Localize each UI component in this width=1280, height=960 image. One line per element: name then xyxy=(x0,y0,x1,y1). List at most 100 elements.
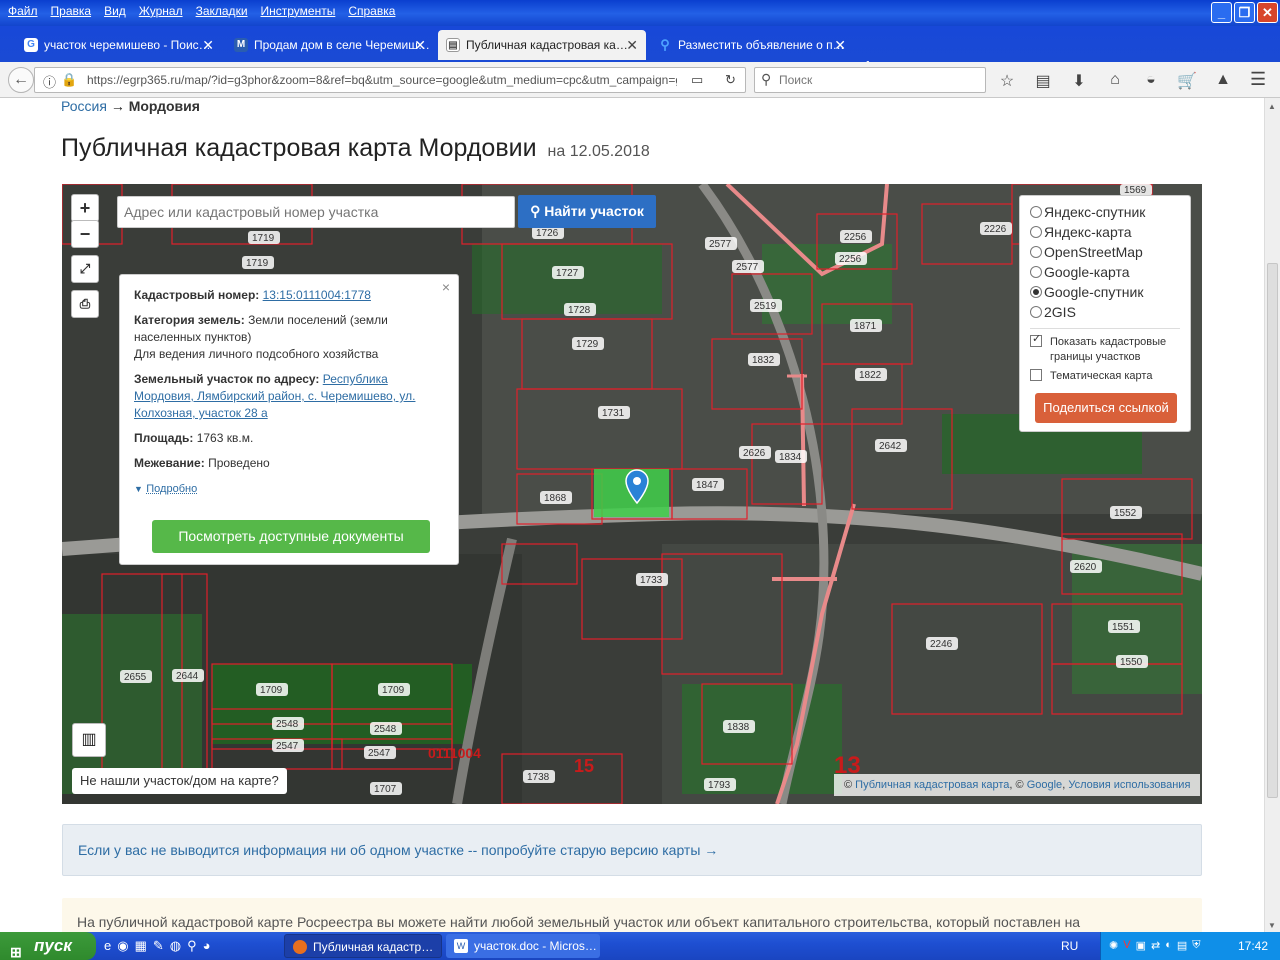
cart-icon[interactable]: 🛒 xyxy=(1176,71,1198,91)
extension-icon[interactable]: ▲ xyxy=(1212,71,1234,91)
bookmark-star-icon[interactable]: ☆ xyxy=(996,71,1018,91)
calc-icon[interactable]: ▦ xyxy=(135,938,147,954)
view-documents-button[interactable]: Посмотреть доступные документы xyxy=(152,520,430,553)
address-bar[interactable]: ⓘ 🔒 https://egrp365.ru/map/?id=g3phor&zo… xyxy=(34,67,746,93)
tab-close-icon[interactable]: ✕ xyxy=(414,30,426,60)
attribution-google-link[interactable]: Google xyxy=(1027,779,1062,791)
taskbar: ⊞ пуск e ◉ ▦ ✎ ◍ ⚲ ◕ Публичная кадастр… … xyxy=(0,932,1280,960)
popup-close-button[interactable]: × xyxy=(442,279,450,296)
taskbar-item-browser[interactable]: Публичная кадастр… xyxy=(284,934,442,958)
ruler-button[interactable]: ▥ xyxy=(72,723,106,757)
vertical-scrollbar[interactable]: ▲ ▼ xyxy=(1264,98,1280,932)
print-button[interactable]: ⎙ xyxy=(71,290,99,318)
layer-option-yandex-map[interactable]: Яндекс-карта xyxy=(1030,222,1180,242)
show-borders-option[interactable]: Показать кадастровые границы участков xyxy=(1030,332,1180,365)
start-button[interactable]: ⊞ пуск xyxy=(0,932,96,960)
tray-app-icon[interactable]: ✺ xyxy=(1109,939,1118,952)
cadastral-map[interactable]: 1719 1719 1726 1727 1728 1729 1731 1868 … xyxy=(62,184,1202,804)
menu-bookmarks[interactable]: Закладки xyxy=(192,0,257,22)
language-indicator[interactable]: RU xyxy=(1061,932,1078,960)
url-text[interactable]: https://egrp365.ru/map/?id=g3phor&zoom=8… xyxy=(87,68,677,92)
ie-icon[interactable]: e xyxy=(104,938,111,954)
tool-icon[interactable]: ✎ xyxy=(153,938,164,954)
zoom-out-button[interactable]: − xyxy=(71,220,99,248)
shield-icon[interactable]: ⛨ xyxy=(1192,939,1200,952)
details-toggle[interactable]: Подробно xyxy=(146,483,197,495)
layer-option-yandex-satellite[interactable]: Яндекс-спутник xyxy=(1030,202,1180,222)
scroll-up-icon[interactable]: ▲ xyxy=(1268,102,1276,111)
radio-icon[interactable] xyxy=(1030,306,1042,318)
parcel-label: 1793 xyxy=(708,780,731,791)
menu-edit[interactable]: Правка xyxy=(47,0,101,22)
volume-icon[interactable]: ◐ xyxy=(1165,939,1172,952)
back-button[interactable]: ← xyxy=(8,67,34,93)
terms-of-use-link[interactable]: Условия использования xyxy=(1068,779,1190,791)
globe-icon[interactable]: ◍ xyxy=(170,938,181,954)
network-icon[interactable]: ▣ xyxy=(1136,939,1146,952)
maximize-button[interactable]: ❐ xyxy=(1234,2,1255,23)
scrollbar-thumb[interactable] xyxy=(1267,263,1278,798)
tab-google-search[interactable]: G участок черемишево - Поис… ✕ xyxy=(16,30,222,60)
home-icon[interactable]: ⌂ xyxy=(1104,71,1126,91)
attribution-source-link[interactable]: Публичная кадастровая карта xyxy=(855,779,1009,791)
checkbox-icon[interactable] xyxy=(1030,369,1042,381)
reload-icon[interactable]: ↻ xyxy=(725,72,736,88)
menu-help[interactable]: Справка xyxy=(344,0,404,22)
lock-warning-icon[interactable]: 🔒 xyxy=(61,72,77,88)
tab-close-icon[interactable]: ✕ xyxy=(626,30,638,60)
layer-option-osm[interactable]: OpenStreetMap xyxy=(1030,242,1180,262)
minimize-button[interactable]: _ xyxy=(1211,2,1232,23)
survey-row: Межевание: Проведено xyxy=(134,455,444,472)
fullscreen-button[interactable]: ⤢ xyxy=(71,255,99,283)
taskbar-item-word[interactable]: W участок.doc - Micros… xyxy=(446,934,600,958)
layer-option-google-map[interactable]: Google-карта xyxy=(1030,262,1180,282)
search-app-icon[interactable]: ⚲ xyxy=(187,938,197,954)
thematic-map-option[interactable]: Тематическая карта xyxy=(1030,369,1180,384)
download-icon[interactable]: ⬇ xyxy=(1068,71,1090,91)
radio-icon[interactable] xyxy=(1030,246,1042,258)
menu-file[interactable]: Файл xyxy=(4,0,47,22)
cadastral-number-link[interactable]: 13:15:0111004:1778 xyxy=(263,288,371,302)
radio-icon[interactable] xyxy=(1030,226,1042,238)
reading-list-icon[interactable]: ▤ xyxy=(1032,71,1054,91)
address-search-input[interactable] xyxy=(117,196,515,228)
layer-option-2gis[interactable]: 2GIS xyxy=(1030,302,1180,322)
find-parcel-button[interactable]: ⚲ Найти участок xyxy=(518,195,656,228)
sync-icon[interactable]: ⇄ xyxy=(1151,939,1160,952)
tab-place-ad[interactable]: ⚲ Разместить объявление о п… ✕ xyxy=(650,30,854,60)
battery-icon[interactable]: ▤ xyxy=(1177,939,1187,952)
tab-cadastral-map[interactable]: ▤ Публичная кадастровая ка… ✕ xyxy=(438,30,646,60)
tab-sell-house[interactable]: M Продам дом в селе Черемиш… ✕ xyxy=(226,30,434,60)
antivirus-icon[interactable]: V xyxy=(1123,939,1130,952)
info-icon[interactable]: ⓘ xyxy=(43,72,56,91)
pocket-icon[interactable]: ◒ xyxy=(1140,71,1162,91)
radio-icon[interactable] xyxy=(1030,206,1042,218)
radio-icon[interactable] xyxy=(1030,266,1042,278)
hamburger-menu-icon[interactable]: ☰ xyxy=(1250,69,1266,90)
scroll-down-icon[interactable]: ▼ xyxy=(1268,921,1276,930)
menu-view[interactable]: Вид xyxy=(100,0,135,22)
reader-view-icon[interactable]: ▭ xyxy=(691,72,703,88)
tab-close-icon[interactable]: ✕ xyxy=(834,30,846,60)
search-input[interactable] xyxy=(779,71,979,89)
media-icon[interactable]: ◉ xyxy=(117,938,128,954)
not-found-link[interactable]: Не нашли участок/дом на карте? xyxy=(72,768,287,794)
share-link-button[interactable]: Поделиться ссылкой xyxy=(1035,393,1177,423)
old-version-link[interactable]: Если у вас не выводится информация ни об… xyxy=(78,842,718,858)
radio-selected-icon[interactable] xyxy=(1030,286,1042,298)
search-box[interactable]: ⚲ xyxy=(754,67,986,93)
close-window-button[interactable]: ✕ xyxy=(1257,2,1278,23)
parcel-label: 1552 xyxy=(1114,508,1137,519)
zoom-in-button[interactable]: + xyxy=(71,194,99,222)
checkbox-checked-icon[interactable] xyxy=(1030,332,1042,347)
tab-close-icon[interactable]: ✕ xyxy=(202,30,214,60)
parcel-label: 2626 xyxy=(743,448,766,459)
firefox-icon[interactable]: ◕ xyxy=(203,938,211,954)
attribution-mid: , © xyxy=(1009,779,1024,791)
breadcrumb-russia[interactable]: Россия xyxy=(61,98,107,114)
menu-tools[interactable]: Инструменты xyxy=(257,0,345,22)
layer-option-google-satellite[interactable]: Google-спутник xyxy=(1030,282,1180,302)
google-icon: G xyxy=(24,38,38,52)
find-parcel-label: Найти участок xyxy=(544,203,644,219)
menu-history[interactable]: Журнал xyxy=(135,0,192,22)
